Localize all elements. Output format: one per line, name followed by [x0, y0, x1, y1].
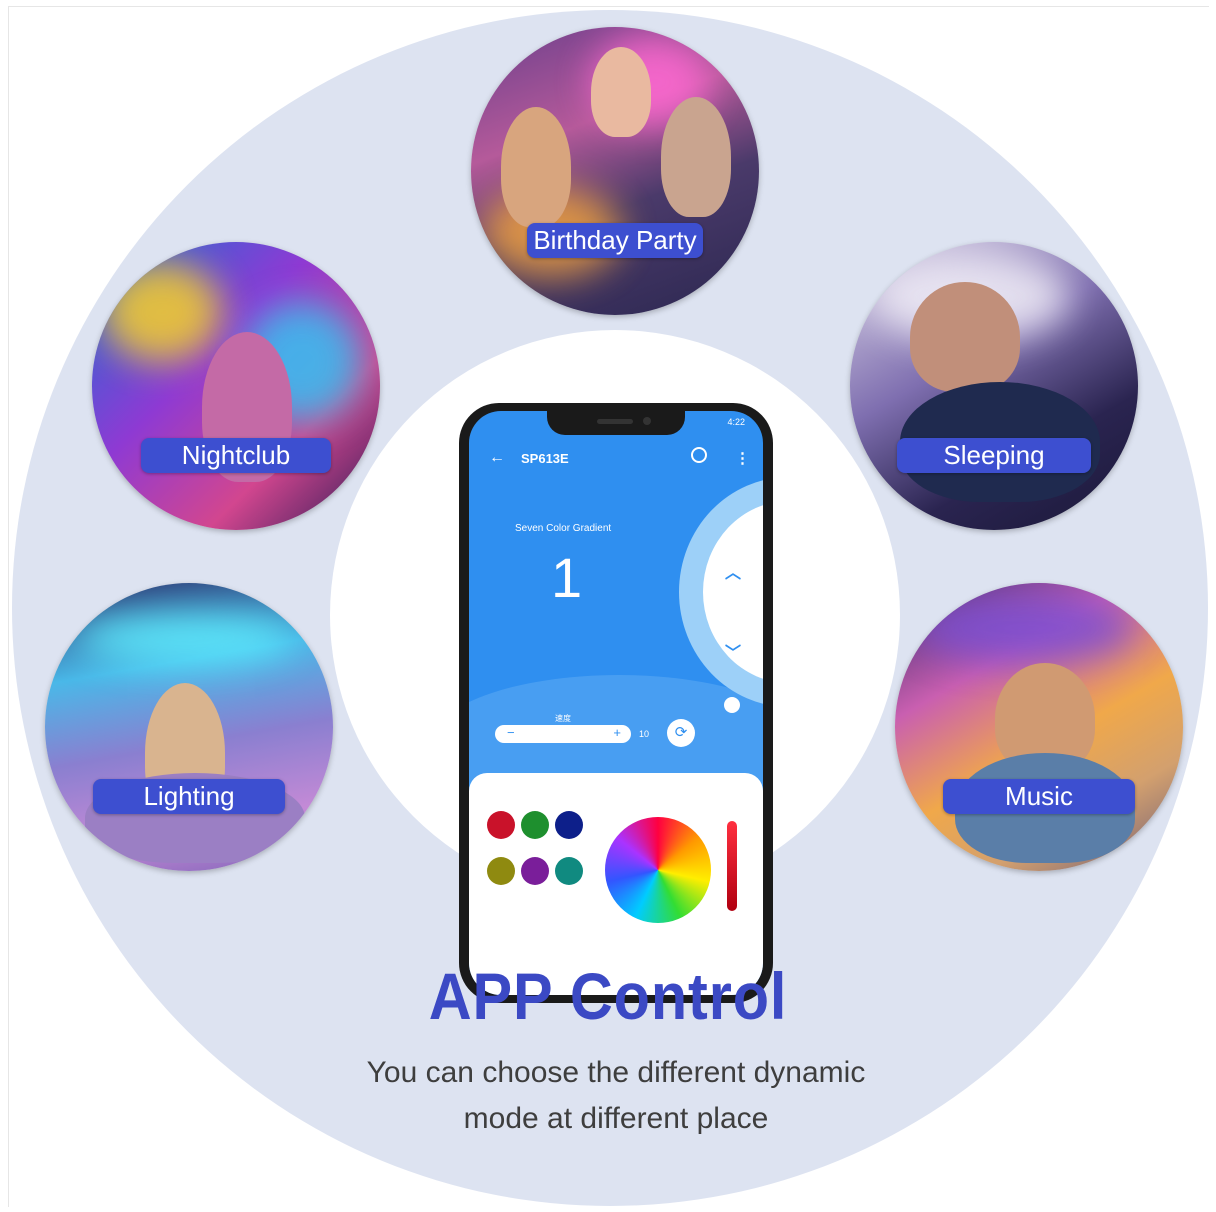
- scene-birthday-party: Birthday Party: [471, 27, 759, 315]
- subtitle-line-1: You can choose the different dynamic: [366, 1056, 866, 1089]
- front-camera: [643, 417, 651, 425]
- slider-minus-button[interactable]: −: [507, 725, 515, 740]
- phone-notch: [547, 411, 685, 435]
- scene-label: Nightclub: [141, 438, 331, 473]
- scene-music: Music: [895, 583, 1183, 871]
- phone-screen: 4:22 ← SP613E ⋮ Seven Color Gradient 1 ︿…: [469, 411, 763, 995]
- device-name: SP613E: [521, 451, 569, 466]
- color-swatch[interactable]: [487, 811, 515, 839]
- chevron-down-icon[interactable]: ﹀: [725, 639, 741, 663]
- mode-number: 1: [551, 546, 583, 609]
- speed-slider[interactable]: − +: [495, 725, 631, 743]
- speed-value: 10: [639, 729, 650, 739]
- ring-knob[interactable]: [724, 697, 740, 713]
- more-vert-icon[interactable]: ⋮: [735, 449, 750, 467]
- color-swatch[interactable]: [521, 811, 549, 839]
- refresh-icon[interactable]: ⟳: [667, 719, 695, 747]
- mode-name: Seven Color Gradient: [515, 523, 612, 534]
- color-swatch[interactable]: [521, 857, 549, 885]
- alarm-clock-icon[interactable]: [691, 447, 707, 463]
- scene-label: Lighting: [93, 779, 285, 814]
- subtitle: You can choose the different dynamic mod…: [0, 1050, 1216, 1142]
- scene-sleeping: Sleeping: [850, 242, 1138, 530]
- color-wheel[interactable]: [605, 817, 711, 923]
- color-swatch[interactable]: [555, 811, 583, 839]
- status-time: 4:22: [727, 417, 745, 427]
- speaker-grille: [597, 419, 633, 424]
- smartphone: 4:22 ← SP613E ⋮ Seven Color Gradient 1 ︿…: [459, 403, 773, 1003]
- speed-label: 速度: [555, 714, 571, 723]
- scene-label: Birthday Party: [527, 223, 703, 258]
- slider-plus-button[interactable]: +: [613, 725, 621, 740]
- scene-label: Music: [943, 779, 1135, 814]
- color-swatch[interactable]: [487, 857, 515, 885]
- brightness-bar[interactable]: [727, 821, 737, 911]
- chevron-up-icon[interactable]: ︿: [725, 559, 741, 583]
- mode-selector-ring[interactable]: [679, 477, 763, 707]
- scene-nightclub: Nightclub: [92, 242, 380, 530]
- back-arrow-icon[interactable]: ←: [489, 449, 505, 467]
- color-swatch[interactable]: [555, 857, 583, 885]
- main-title: APP Control: [428, 959, 788, 1033]
- subtitle-line-2: mode at different place: [463, 1102, 769, 1135]
- scene-label: Sleeping: [897, 438, 1091, 473]
- scene-lighting: Lighting: [45, 583, 333, 871]
